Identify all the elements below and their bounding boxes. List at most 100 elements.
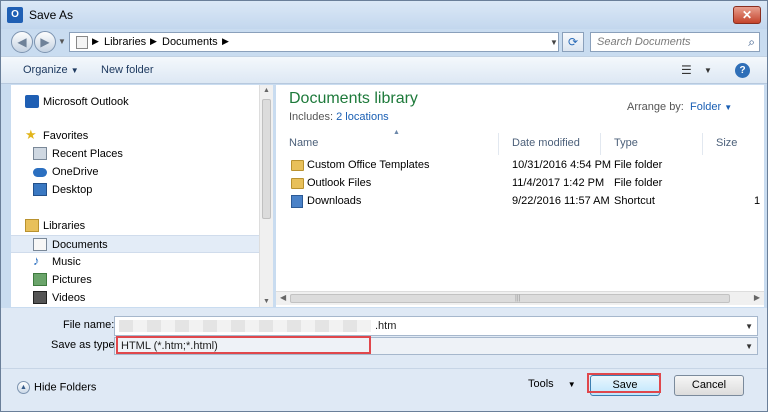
command-toolbar: Organize ▼ New folder ☰ ▼ ? bbox=[1, 56, 767, 84]
nav-item-recent-places[interactable]: Recent Places bbox=[11, 145, 259, 163]
breadcrumb-separator-icon[interactable]: ▶ bbox=[92, 36, 99, 47]
file-name: Custom Office Templates bbox=[307, 159, 430, 171]
nav-item-label: Videos bbox=[52, 292, 86, 304]
tools-menu[interactable]: Tools ▼ bbox=[528, 378, 576, 390]
scrollbar-grip-icon: ||| bbox=[515, 295, 521, 302]
file-type: File folder bbox=[614, 159, 663, 171]
nav-item-label: Microsoft Outlook bbox=[43, 96, 129, 108]
save-type-label: Save as type: bbox=[51, 339, 118, 351]
nav-item-label: Libraries bbox=[43, 220, 86, 232]
organize-label: Organize bbox=[23, 64, 68, 76]
nav-item-documents[interactable]: Documents bbox=[11, 235, 259, 253]
change-view-icon[interactable]: ☰ bbox=[681, 63, 692, 77]
file-name-extension: .htm bbox=[375, 320, 397, 332]
breadcrumb-documents[interactable]: Documents bbox=[162, 36, 218, 48]
search-icon[interactable]: ⌕ bbox=[748, 35, 755, 50]
title-bar: O Save As ✕ bbox=[1, 1, 767, 29]
scrollbar-thumb[interactable] bbox=[262, 99, 271, 219]
recent-locations-dropdown[interactable]: ▼ bbox=[58, 37, 66, 46]
nav-item-music[interactable]: ♪ Music bbox=[11, 253, 259, 271]
navigation-pane: Microsoft Outlook ★ Favorites Recent Pla… bbox=[11, 85, 259, 307]
redacted-file-name bbox=[119, 320, 371, 332]
file-row[interactable]: Downloads 9/22/2016 11:57 AM Shortcut 1 bbox=[276, 193, 764, 211]
file-name-label: File name: bbox=[63, 319, 115, 331]
scroll-left-icon[interactable]: ◀ bbox=[280, 293, 286, 302]
new-folder-button[interactable]: New folder bbox=[101, 64, 154, 76]
file-pane-horizontal-scrollbar[interactable]: ◀ ||| ▶ bbox=[276, 291, 764, 305]
file-list-pane: Documents library Includes: 2 locations … bbox=[276, 85, 764, 307]
shortcut-icon bbox=[291, 195, 303, 208]
save-button-highlight bbox=[587, 373, 661, 393]
scroll-right-icon[interactable]: ▶ bbox=[754, 293, 760, 302]
chevron-down-icon: ▼ bbox=[70, 66, 79, 75]
nav-item-label: Desktop bbox=[52, 184, 93, 196]
chevron-down-icon: ▼ bbox=[567, 380, 576, 389]
help-button[interactable]: ? bbox=[735, 63, 750, 78]
file-row[interactable]: Outlook Files 11/4/2017 1:42 PM File fol… bbox=[276, 175, 764, 193]
tools-label: Tools bbox=[528, 378, 554, 390]
arrange-by-label: Arrange by: bbox=[627, 101, 684, 113]
file-name-field[interactable]: .htm ▼ bbox=[114, 316, 758, 336]
column-header-date[interactable]: Date modified bbox=[499, 133, 601, 155]
scroll-down-icon[interactable]: ▼ bbox=[263, 298, 270, 305]
file-row[interactable]: Custom Office Templates 10/31/2016 4:54 … bbox=[276, 157, 764, 175]
scroll-up-icon[interactable]: ▲ bbox=[263, 87, 270, 94]
videos-icon bbox=[33, 291, 47, 304]
chevron-down-icon[interactable]: ▼ bbox=[745, 322, 753, 331]
onedrive-icon bbox=[33, 168, 47, 177]
music-icon: ♪ bbox=[33, 253, 40, 268]
save-type-highlight bbox=[116, 336, 371, 354]
folder-icon bbox=[291, 178, 304, 189]
search-placeholder: Search Documents bbox=[597, 36, 691, 48]
scrollbar-thumb[interactable]: ||| bbox=[290, 294, 730, 303]
nav-item-label: Recent Places bbox=[52, 148, 123, 160]
forward-button[interactable]: ▶ bbox=[34, 31, 56, 53]
organize-menu[interactable]: Organize ▼ bbox=[23, 64, 79, 76]
column-label: Size bbox=[716, 137, 738, 149]
breadcrumb-separator-icon[interactable]: ▶ bbox=[150, 36, 157, 47]
column-header-size[interactable]: Size bbox=[703, 133, 764, 155]
address-bar[interactable]: ▶ Libraries ▶ Documents ▶ bbox=[69, 32, 559, 52]
nav-item-label: Favorites bbox=[43, 130, 89, 142]
nav-pane-scrollbar[interactable]: ▲ ▼ bbox=[259, 85, 273, 307]
chevron-down-icon[interactable]: ▼ bbox=[745, 342, 753, 351]
view-options-dropdown[interactable]: ▼ bbox=[704, 66, 712, 75]
locations-link[interactable]: 2 locations bbox=[336, 111, 389, 123]
column-header-name[interactable]: Name bbox=[276, 133, 499, 155]
nav-item-favorites[interactable]: ★ Favorites bbox=[11, 127, 259, 145]
library-includes: Includes: 2 locations bbox=[289, 111, 389, 123]
recent-places-icon bbox=[33, 147, 47, 160]
breadcrumb-libraries[interactable]: Libraries bbox=[104, 36, 146, 48]
file-date: 9/22/2016 11:57 AM bbox=[512, 195, 610, 207]
dialog-title: Save As bbox=[29, 8, 74, 22]
file-name: Downloads bbox=[307, 195, 362, 207]
nav-item-videos[interactable]: Videos bbox=[11, 289, 259, 307]
nav-item-outlook[interactable]: Microsoft Outlook bbox=[11, 93, 259, 111]
search-input[interactable]: Search Documents ⌕ bbox=[590, 32, 760, 52]
includes-label: Includes: bbox=[289, 111, 334, 123]
hide-folders-button[interactable]: ▲ Hide Folders bbox=[17, 381, 96, 394]
column-header-type[interactable]: Type bbox=[601, 133, 703, 155]
star-icon: ★ bbox=[25, 127, 37, 142]
chevron-up-icon: ▲ bbox=[17, 381, 30, 394]
nav-item-onedrive[interactable]: OneDrive bbox=[11, 163, 259, 181]
close-button[interactable]: ✕ bbox=[733, 6, 761, 24]
breadcrumb-separator-icon[interactable]: ▶ bbox=[222, 36, 229, 47]
nav-item-desktop[interactable]: Desktop bbox=[11, 181, 259, 199]
file-date: 11/4/2017 1:42 PM bbox=[512, 177, 605, 189]
file-type: File folder bbox=[614, 177, 663, 189]
file-size: 1 bbox=[754, 195, 761, 207]
column-label: Date modified bbox=[512, 137, 580, 149]
nav-item-libraries[interactable]: Libraries bbox=[11, 217, 259, 235]
address-row: ◀ ▶ ▼ ▶ Libraries ▶ Documents ▶ ▼ ⟳ Sear… bbox=[1, 29, 767, 55]
chevron-down-icon: ▼ bbox=[724, 103, 733, 112]
nav-item-pictures[interactable]: Pictures bbox=[11, 271, 259, 289]
back-button[interactable]: ◀ bbox=[11, 31, 33, 53]
address-dropdown[interactable]: ▼ bbox=[550, 38, 558, 47]
cancel-button[interactable]: Cancel bbox=[674, 375, 744, 396]
desktop-icon bbox=[33, 183, 47, 196]
arrange-by-dropdown[interactable]: Folder ▼ bbox=[690, 101, 732, 113]
nav-item-label: OneDrive bbox=[52, 166, 99, 178]
refresh-button[interactable]: ⟳ bbox=[562, 32, 584, 52]
file-type: Shortcut bbox=[614, 195, 655, 207]
